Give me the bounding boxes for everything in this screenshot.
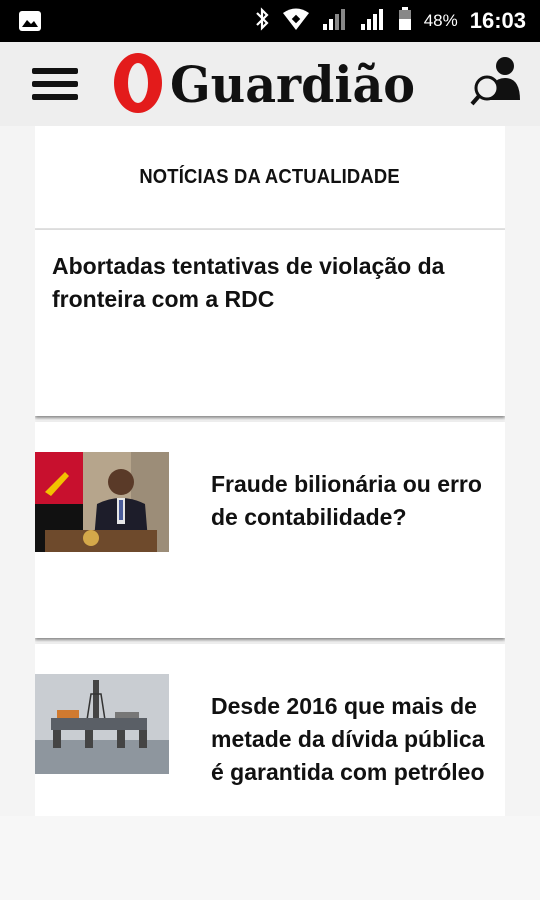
gallery-notification-icon	[18, 9, 42, 38]
app-bar: Guardião	[0, 42, 540, 126]
article-card[interactable]: Desde 2016 que mais de metade da dívida …	[35, 644, 505, 816]
svg-text:Guardião: Guardião	[170, 55, 415, 114]
battery-icon	[398, 6, 412, 36]
clock: 16:03	[469, 8, 526, 33]
news-feed[interactable]: NOTÍCIAS DA ACTUALIDADE Abortadas tentat…	[35, 126, 505, 816]
hamburger-menu-icon[interactable]	[30, 64, 82, 104]
bottom-blank-area	[0, 816, 540, 900]
status-bar: 48% 16:03	[0, 0, 540, 42]
signal-icon	[360, 7, 386, 36]
article-headline[interactable]: Abortadas tentativas de violação da fron…	[52, 250, 492, 316]
bluetooth-icon	[254, 6, 270, 37]
account-search-icon[interactable]	[470, 52, 526, 108]
signal-icon	[322, 7, 348, 36]
logo-o-mark	[114, 53, 162, 113]
wifi-icon	[282, 7, 310, 36]
logo-wordmark: Guardião	[170, 55, 415, 114]
article-card[interactable]: Fraude bilionária ou erro de contabilida…	[35, 422, 505, 638]
logo: Guardião	[114, 50, 420, 116]
battery-percentage: 48%	[423, 11, 458, 30]
article-card[interactable]: Abortadas tentativas de violação da fron…	[35, 230, 505, 416]
oil-platform-photo[interactable]	[35, 674, 169, 774]
section-header: NOTÍCIAS DA ACTUALIDADE	[35, 126, 505, 230]
section-title: NOTÍCIAS DA ACTUALIDADE	[139, 165, 401, 188]
speaker-at-podium-photo[interactable]	[35, 452, 169, 552]
article-headline[interactable]: Fraude bilionária ou erro de contabilida…	[211, 468, 496, 534]
article-headline[interactable]: Desde 2016 que mais de metade da dívida …	[211, 690, 496, 789]
